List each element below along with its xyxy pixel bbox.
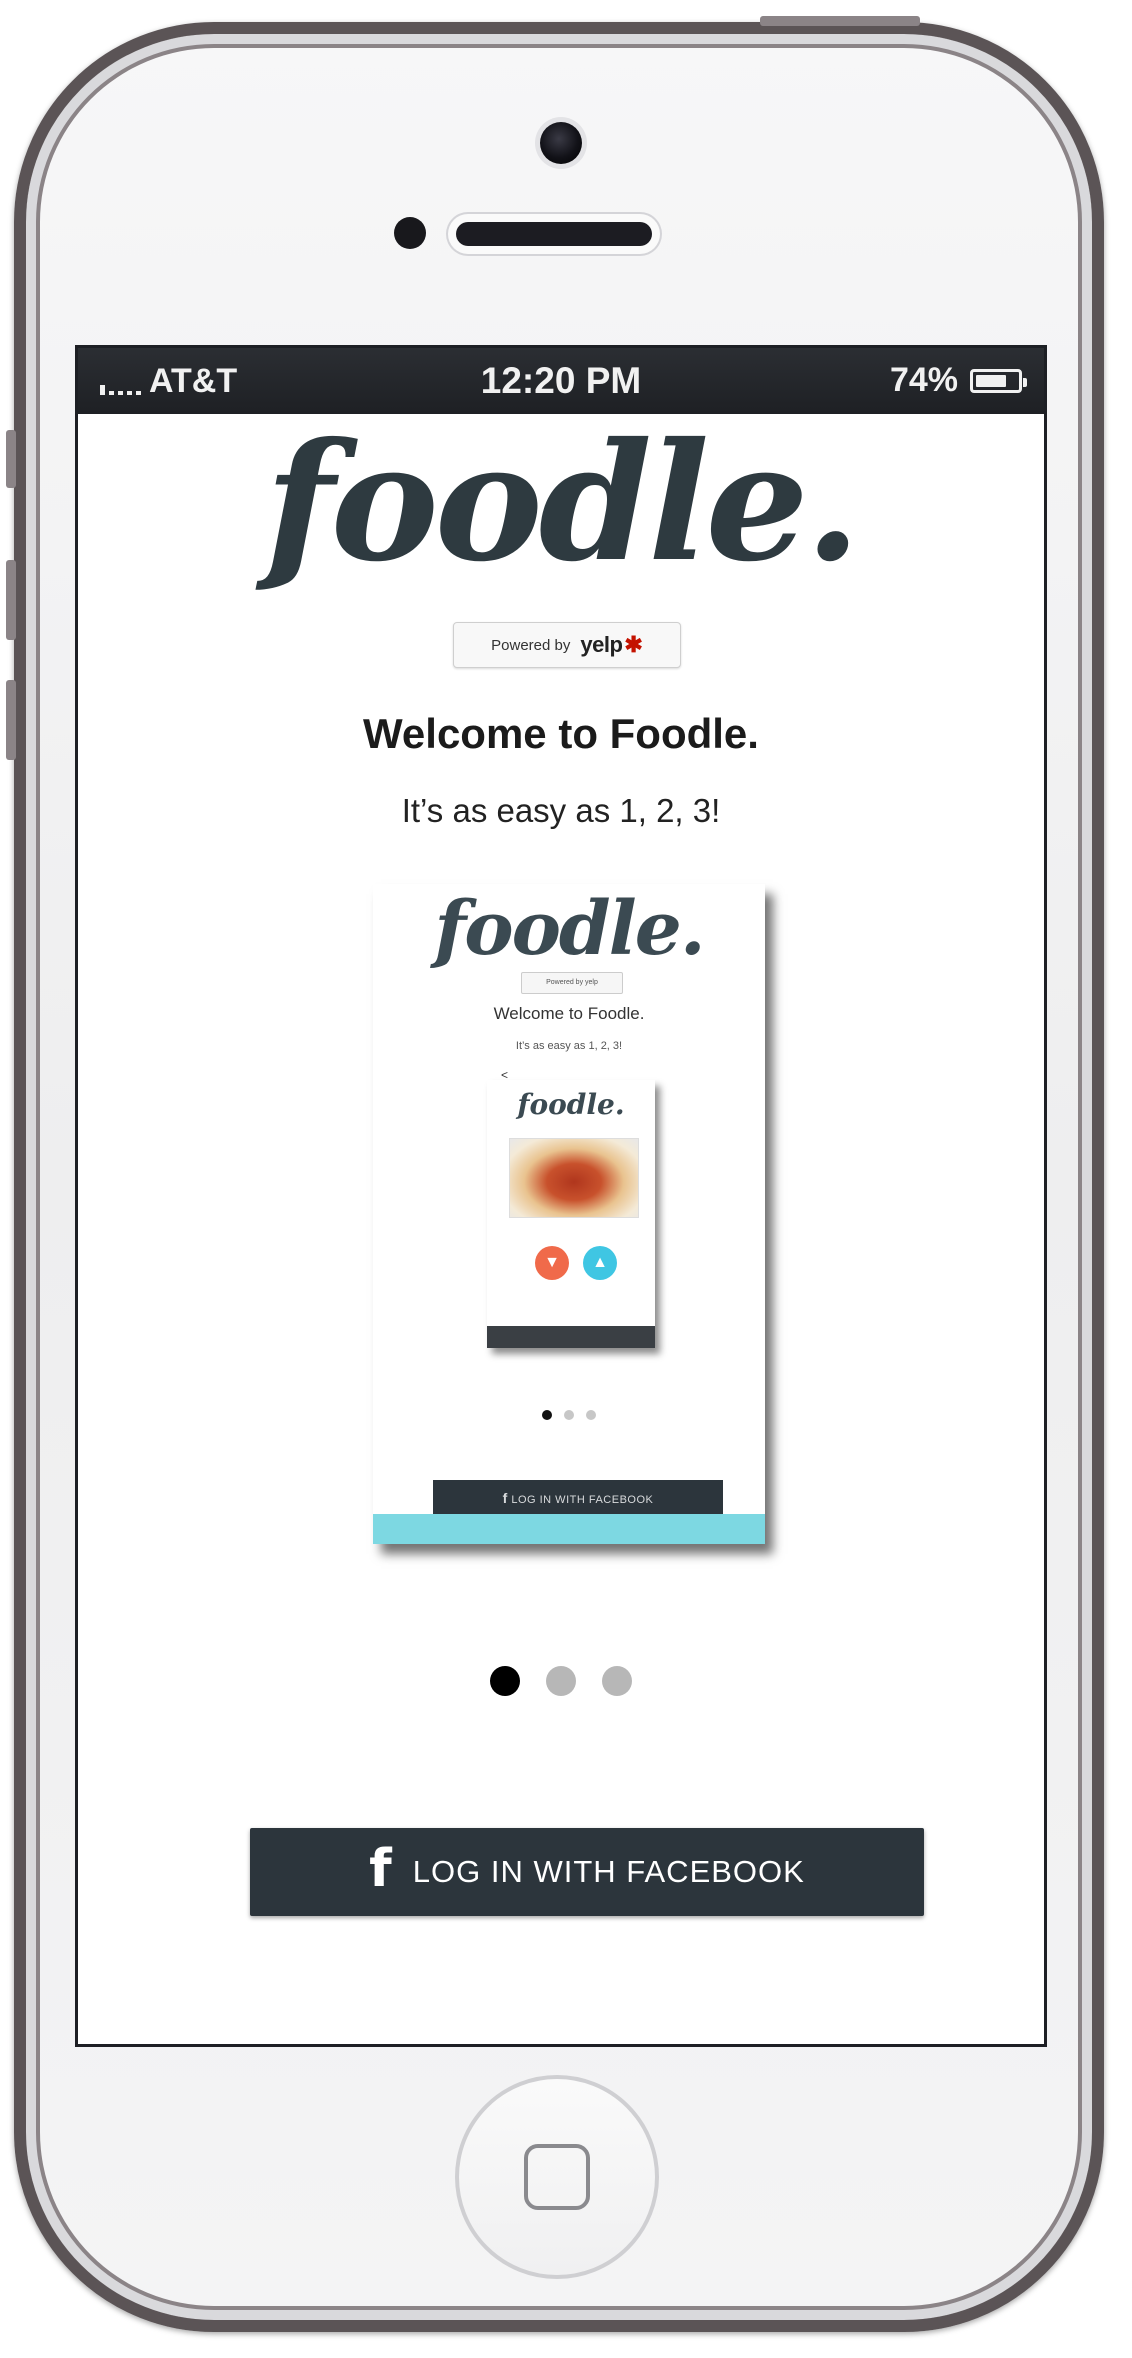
battery-percent: 74% [889, 361, 958, 399]
welcome-title: Welcome to Foodle. [363, 710, 759, 757]
phone-screen: AT&T 12:20 PM 74% foodle. Powered by yel… [78, 348, 1044, 2044]
earpiece-speaker [456, 222, 652, 246]
slide-facebook-label: LOG IN WITH FACEBOOK [511, 1494, 654, 1506]
home-square-icon [524, 2144, 590, 2210]
slide-footer-bar [373, 1514, 765, 1544]
powered-by-yelp-badge[interactable]: Powered by yelp ✱ [453, 622, 681, 668]
food-photo [509, 1138, 639, 1218]
page-dot-3[interactable] [602, 1666, 632, 1696]
thumbs-up-icon: ▲ [583, 1246, 617, 1280]
slide-inner-logo: foodle. [517, 1088, 625, 1121]
mute-switch [6, 430, 16, 488]
welcome-subtitle: It’s as easy as 1, 2, 3! [401, 792, 721, 829]
slide-subtitle: It’s as easy as 1, 2, 3! [515, 1040, 623, 1052]
slide-inner-bottom-bar [487, 1326, 655, 1348]
status-bar: AT&T 12:20 PM 74% [78, 348, 1044, 414]
front-camera [540, 122, 582, 164]
carousel-page-dots [78, 1666, 1044, 1696]
login-with-facebook-button[interactable]: f LOG IN WITH FACEBOOK [250, 1828, 924, 1916]
power-button [760, 16, 920, 26]
powered-by-label: Powered by [491, 636, 571, 654]
page-dot-2[interactable] [546, 1666, 576, 1696]
thumbs-down-icon: ▼ [535, 1246, 569, 1280]
volume-down-button [6, 680, 16, 760]
foodle-logo: foodle. [264, 408, 861, 598]
home-button[interactable] [455, 2075, 659, 2279]
slide-powered-badge: Powered by yelp [521, 972, 623, 994]
battery-icon [970, 368, 1027, 393]
slide-dot [564, 1410, 574, 1420]
slide-facebook-icon: f [502, 1490, 508, 1506]
battery-tip [1023, 377, 1027, 387]
login-button-label: LOG IN WITH FACEBOOK [412, 1854, 805, 1889]
slide-facebook-button: f LOG IN WITH FACEBOOK [433, 1480, 723, 1516]
slide-dot [542, 1410, 552, 1420]
slide-title: Welcome to Foodle. [493, 1004, 645, 1023]
slide-dot [586, 1410, 596, 1420]
slide-logo: foodle. [434, 886, 705, 972]
slide-page-dots [373, 1410, 765, 1420]
battery-status: 74% [889, 361, 1027, 400]
volume-up-button [6, 560, 16, 640]
yelp-logo: yelp [580, 632, 623, 657]
facebook-icon: f [369, 1839, 393, 1899]
carousel-slide[interactable]: foodle. Powered by yelp Welcome to Foodl… [373, 884, 765, 1544]
battery-fill [976, 374, 1006, 387]
slide-inner-screen: foodle. ▼ ▲ [487, 1080, 655, 1348]
yelp-burst-icon: ✱ [624, 632, 643, 657]
page-dot-1[interactable] [490, 1666, 520, 1696]
proximity-sensor [394, 217, 426, 249]
